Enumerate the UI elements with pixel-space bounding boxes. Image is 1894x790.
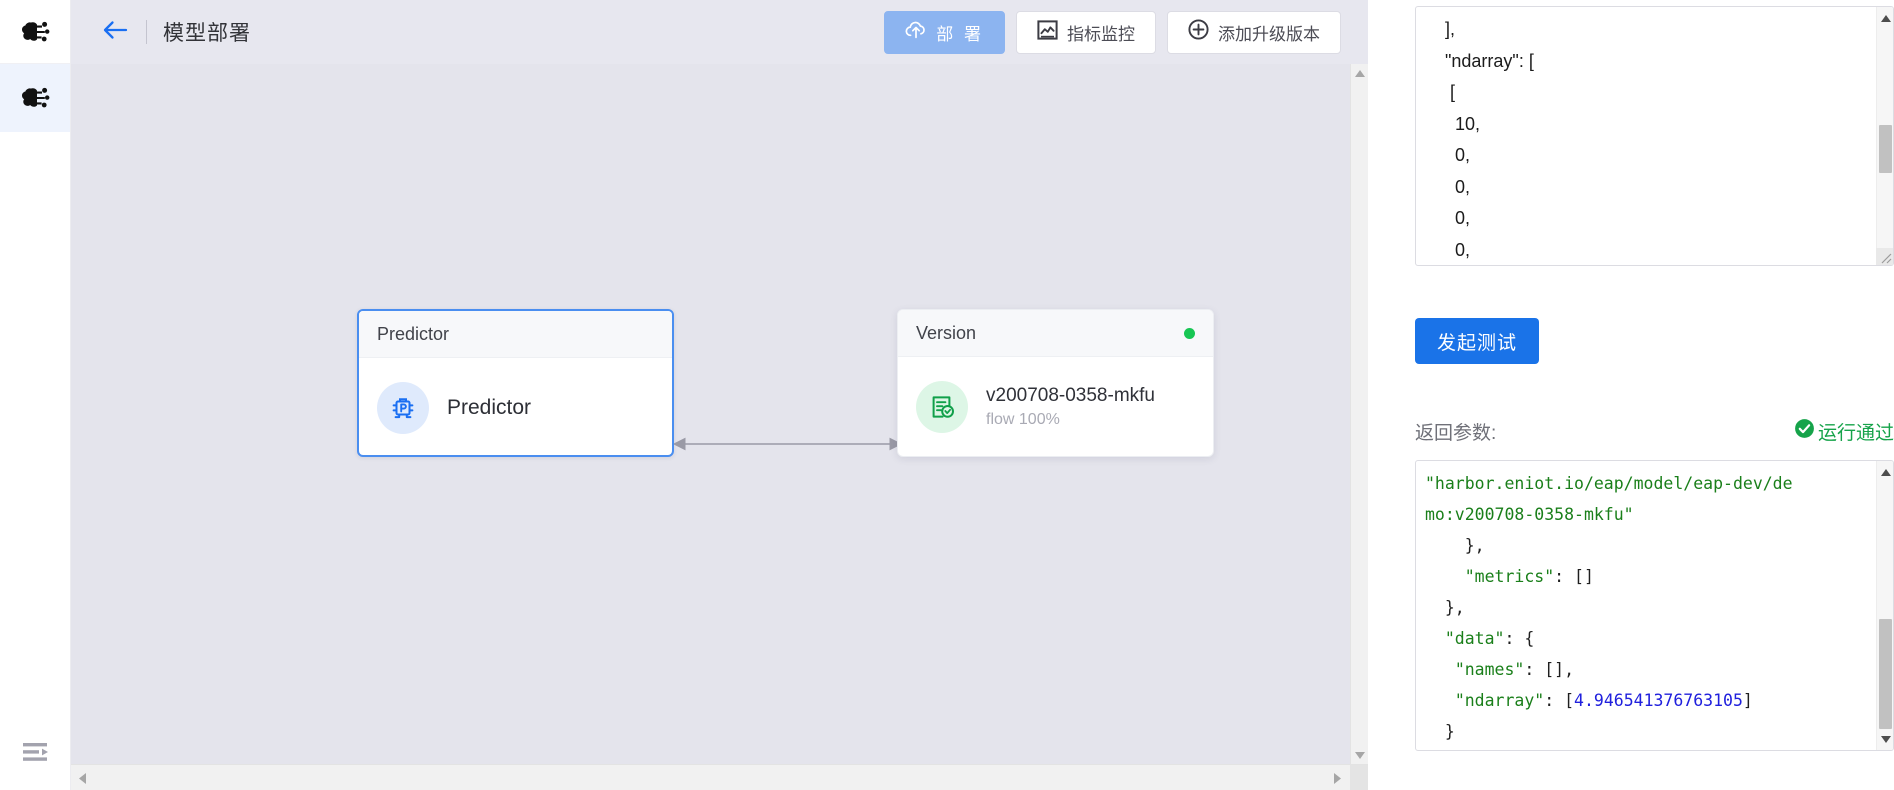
canvas-vertical-scrollbar[interactable] <box>1350 64 1368 764</box>
page-title: 模型部署 <box>163 22 251 45</box>
node-connector <box>672 436 903 452</box>
left-rail <box>0 0 71 790</box>
scrollbar-thumb[interactable] <box>1879 125 1892 173</box>
response-textarea-scrollbar[interactable] <box>1876 461 1893 750</box>
metrics-monitor-label: 指标监控 <box>1067 24 1135 44</box>
status-badge <box>1184 327 1195 339</box>
json-token: "metrics" <box>1464 567 1555 586</box>
scroll-right-icon[interactable] <box>1328 769 1346 787</box>
predictor-node[interactable]: Predictor Predictor <box>357 309 674 457</box>
json-token: "ndarray" <box>1454 691 1545 710</box>
scroll-left-icon[interactable] <box>73 769 91 787</box>
request-json-textarea[interactable]: ], "ndarray": [ [ 10, 0, 0, 0, 0, 0 <box>1415 6 1894 266</box>
menu-expand-icon <box>21 741 51 763</box>
request-json-content[interactable]: ], "ndarray": [ [ 10, 0, 0, 0, 0, 0 <box>1416 7 1876 265</box>
predictor-node-header: Predictor <box>359 311 672 358</box>
json-token: "harbor.eniot.io/eap/model/eap-dev/de <box>1425 474 1793 493</box>
sidebar-collapse-toggle[interactable] <box>0 741 71 763</box>
request-textarea-scrollbar[interactable] <box>1876 7 1893 265</box>
json-token: } <box>1444 722 1455 741</box>
version-node[interactable]: Version v200708-0358-mkfu flow 100% <box>897 309 1214 457</box>
response-json-textarea[interactable]: "harbor.eniot.io/eap/model/eap-dev/de mo:… <box>1415 460 1894 751</box>
json-token: : [] <box>1554 567 1594 586</box>
scroll-up-icon[interactable] <box>1877 9 1893 27</box>
json-line: "data": { <box>1425 623 1867 654</box>
json-token: }, <box>1464 536 1485 555</box>
scroll-down-icon[interactable] <box>1351 746 1369 764</box>
json-token: "names" <box>1454 660 1525 679</box>
plus-circle-icon <box>1188 19 1209 45</box>
predictor-icon <box>377 381 429 434</box>
deployment-graph-canvas[interactable]: Predictor Predictor Version v200708-0358… <box>71 64 1350 764</box>
run-status: 运行通过 <box>1794 418 1894 445</box>
version-node-subtitle: flow 100% <box>986 410 1060 428</box>
return-params-label: 返回参数: <box>1415 423 1497 444</box>
arrow-left-icon <box>102 20 128 45</box>
json-line: "names": [], <box>1425 654 1867 685</box>
chart-box-icon <box>1037 19 1058 45</box>
app-logo[interactable] <box>0 0 70 64</box>
version-node-title: v200708-0358-mkfu <box>986 384 1155 406</box>
json-token: : { <box>1504 629 1535 648</box>
canvas-horizontal-scrollbar[interactable] <box>71 764 1368 790</box>
json-token: }, <box>1444 598 1465 617</box>
scroll-up-icon[interactable] <box>1351 64 1369 82</box>
deploy-button-label: 部 署 <box>936 24 984 44</box>
brain-network-icon <box>20 85 50 111</box>
scrollbar-corner <box>1350 765 1368 790</box>
json-line: "metrics": [] <box>1425 561 1867 592</box>
textarea-resize-handle[interactable] <box>1876 248 1893 265</box>
cloud-upload-icon <box>905 20 927 44</box>
json-token: mo:v200708-0358-mkfu" <box>1425 505 1634 524</box>
add-upgrade-version-button[interactable]: 添加升级版本 <box>1167 10 1341 54</box>
version-node-header: Version <box>898 310 1213 357</box>
json-token: : [], <box>1524 660 1575 679</box>
toolbar-divider <box>146 20 147 44</box>
json-token: : [ <box>1544 691 1575 710</box>
toolbar-actions: 部 署 指标监控 添加升级版本 <box>884 10 1341 54</box>
predictor-node-body: Predictor <box>359 358 672 455</box>
version-node-body: v200708-0358-mkfu flow 100% <box>898 357 1213 456</box>
metrics-monitor-button[interactable]: 指标监控 <box>1016 10 1156 54</box>
sidebar-item-model-management[interactable] <box>0 64 70 132</box>
add-upgrade-version-label: 添加升级版本 <box>1218 24 1320 44</box>
return-params-row: 返回参数: 运行通过 <box>1415 418 1894 445</box>
check-circle-icon <box>1794 418 1815 445</box>
scroll-up-icon[interactable] <box>1877 463 1893 481</box>
version-doc-check-icon <box>916 380 968 433</box>
predictor-node-text: Predictor <box>447 396 531 420</box>
json-line: "harbor.eniot.io/eap/model/eap-dev/de <box>1425 468 1867 499</box>
predictor-node-title: Predictor <box>447 395 532 419</box>
version-node-header-label: Version <box>916 322 977 343</box>
run-status-label: 运行通过 <box>1817 423 1894 444</box>
scrollbar-thumb[interactable] <box>1879 619 1892 729</box>
json-token: "data" <box>1444 629 1505 648</box>
json-line: }, <box>1425 530 1867 561</box>
page-toolbar: 模型部署 部 署 指标监控 添加升级版本 <box>71 0 1368 64</box>
deploy-button[interactable]: 部 署 <box>884 10 1005 54</box>
brain-network-icon <box>20 19 50 45</box>
app-root: 模型部署 部 署 指标监控 添加升级版本 Predictor Predictor… <box>0 0 1894 790</box>
version-node-text: v200708-0358-mkfu flow 100% <box>986 385 1155 429</box>
json-line: mo:v200708-0358-mkfu" <box>1425 499 1867 530</box>
json-line: "ndarray": [4.946541376763105] <box>1425 685 1867 716</box>
center-column: 模型部署 部 署 指标监控 添加升级版本 Predictor Predictor… <box>71 0 1368 790</box>
back-button[interactable] <box>98 15 132 49</box>
start-test-button[interactable]: 发起测试 <box>1415 318 1540 364</box>
response-json-content[interactable]: "harbor.eniot.io/eap/model/eap-dev/de mo:… <box>1416 461 1876 750</box>
scroll-down-icon[interactable] <box>1877 730 1893 748</box>
json-token: ] <box>1742 691 1753 710</box>
predictor-node-header-label: Predictor <box>377 323 450 344</box>
json-line: } <box>1425 747 1867 750</box>
json-token: 4.946541376763105 <box>1574 691 1743 710</box>
json-line: } <box>1425 716 1867 747</box>
test-panel: ], "ndarray": [ [ 10, 0, 0, 0, 0, 0 <box>1368 0 1894 790</box>
json-line: }, <box>1425 592 1867 623</box>
